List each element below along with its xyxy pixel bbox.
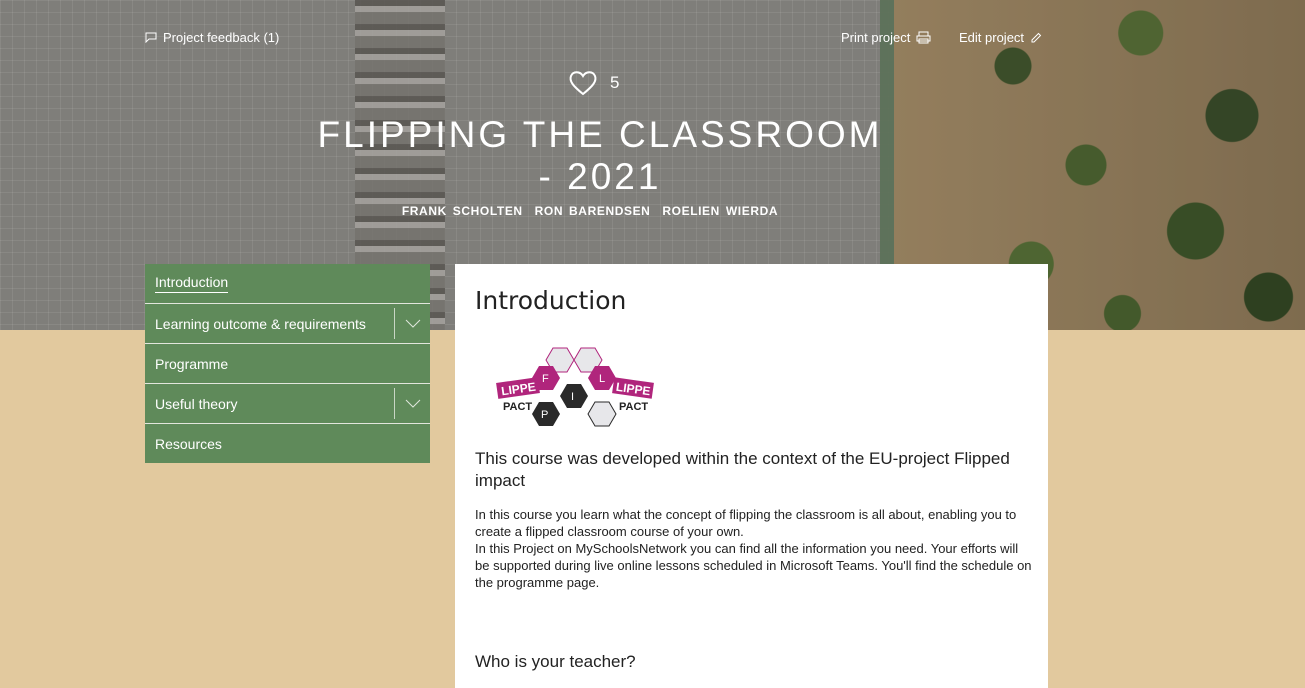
- intro-text: In this course you learn what the concep…: [475, 506, 1035, 591]
- nav-item-programme[interactable]: Programme: [145, 344, 430, 384]
- expand-toggle[interactable]: [394, 388, 430, 419]
- nav-item-resources[interactable]: Resources: [145, 424, 430, 463]
- project-title-line1: FLIPPING THE CLASSROOM: [317, 114, 883, 155]
- intro-paragraph: In this course you learn what the concep…: [475, 507, 1017, 539]
- nav-item-label: Useful theory: [155, 395, 238, 412]
- logo-letter-l: L: [599, 373, 605, 385]
- project-feedback-label: Project feedback (1): [163, 30, 280, 45]
- chevron-down-icon: [405, 399, 420, 408]
- page-title: Introduction: [475, 286, 627, 315]
- author-name[interactable]: FRANK SCHOLTEN: [402, 204, 523, 218]
- intro-paragraph: In this Project on MySchoolsNetwork you …: [475, 541, 1032, 590]
- content-card: Introduction LIPPE PACT LIPPE PACT F L I…: [455, 264, 1048, 688]
- printer-icon: [916, 31, 931, 44]
- flipped-impact-logo: LIPPE PACT LIPPE PACT F L I P: [496, 347, 654, 427]
- logo-letter-i: I: [571, 391, 574, 403]
- project-title: FLIPPING THE CLASSROOM - 2021: [300, 114, 900, 198]
- edit-project-label: Edit project: [959, 30, 1025, 45]
- nav-item-useful-theory[interactable]: Useful theory: [145, 384, 430, 424]
- nav-item-label: Learning outcome & requirements: [155, 315, 366, 332]
- project-title-line2: - 2021: [538, 156, 662, 197]
- nav-item-label: Programme: [155, 355, 229, 372]
- logo-letter-f: F: [542, 373, 549, 385]
- flag-icon: [145, 32, 157, 43]
- nav-item-label: Resources: [155, 435, 222, 452]
- chevron-down-icon: [405, 319, 420, 328]
- edit-project-link[interactable]: Edit project: [959, 30, 1042, 45]
- print-project-label: Print project: [841, 30, 911, 45]
- teacher-section-heading: Who is your teacher?: [475, 652, 636, 671]
- course-context-heading: This course was developed within the con…: [475, 449, 1010, 490]
- logo-letter-p: P: [541, 409, 548, 421]
- print-project-link[interactable]: Print project: [841, 30, 931, 45]
- heart-icon[interactable]: [568, 70, 598, 96]
- like-counter[interactable]: 5: [568, 70, 619, 96]
- likes-count: 5: [610, 73, 620, 92]
- project-feedback-link[interactable]: Project feedback (1): [145, 30, 279, 45]
- logo-left-sub: PACT: [503, 401, 532, 413]
- nav-item-learning-outcome[interactable]: Learning outcome & requirements: [145, 304, 430, 344]
- project-nav: Introduction Learning outcome & requirem…: [145, 264, 430, 463]
- nav-item-label: Introduction: [155, 274, 229, 293]
- logo-right-sub: PACT: [619, 401, 648, 413]
- expand-toggle[interactable]: [394, 308, 430, 339]
- author-name[interactable]: RON BARENDSEN: [535, 204, 651, 218]
- nav-item-introduction[interactable]: Introduction: [145, 264, 430, 304]
- author-name[interactable]: ROELIEN WIERDA: [662, 204, 778, 218]
- pencil-icon: [1031, 32, 1042, 42]
- author-list: FRANK SCHOLTEN RON BARENDSEN ROELIEN WIE…: [300, 204, 880, 218]
